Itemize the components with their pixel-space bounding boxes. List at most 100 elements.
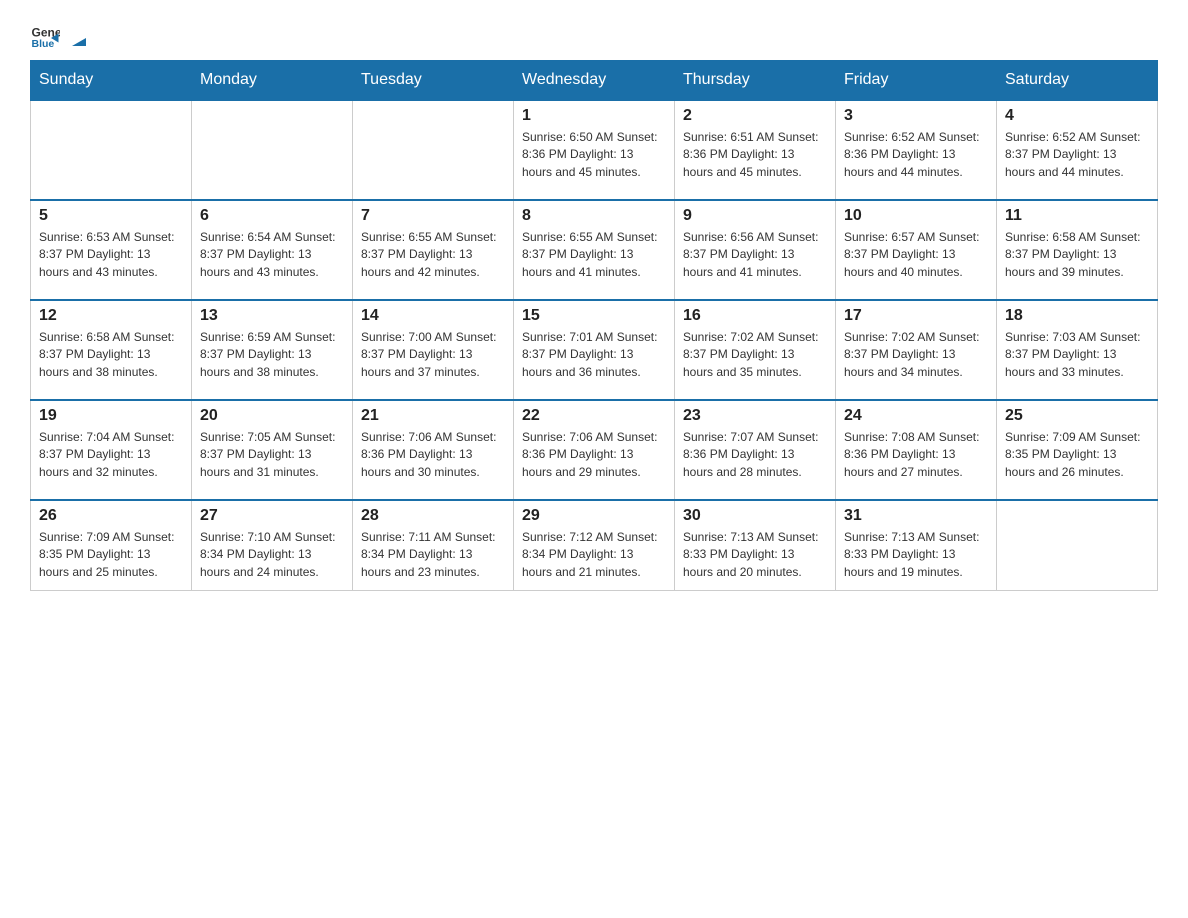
day-number: 10 xyxy=(844,207,988,225)
calendar-cell: 28Sunrise: 7:11 AM Sunset: 8:34 PM Dayli… xyxy=(353,500,514,590)
day-info: Sunrise: 6:59 AM Sunset: 8:37 PM Dayligh… xyxy=(200,329,344,381)
logo: General Blue xyxy=(30,20,92,50)
day-number: 21 xyxy=(361,407,505,425)
day-number: 4 xyxy=(1005,107,1149,125)
calendar-cell: 25Sunrise: 7:09 AM Sunset: 8:35 PM Dayli… xyxy=(997,400,1158,500)
day-info: Sunrise: 6:58 AM Sunset: 8:37 PM Dayligh… xyxy=(1005,229,1149,281)
calendar-cell: 31 Sunrise: 7:13 AM Sunset: 8:33 PM Dayli… xyxy=(836,500,997,590)
day-number: 18 xyxy=(1005,307,1149,325)
calendar-cell: 20Sunrise: 7:05 AM Sunset: 8:37 PM Dayli… xyxy=(192,400,353,500)
day-number: 28 xyxy=(361,507,505,525)
day-number: 30 xyxy=(683,507,827,525)
calendar-cell: 6Sunrise: 6:54 AM Sunset: 8:37 PM Daylig… xyxy=(192,200,353,300)
calendar-cell: 21 Sunrise: 7:06 AM Sunset: 8:36 PM Dayli… xyxy=(353,400,514,500)
calendar-cell xyxy=(192,100,353,200)
day-info: Sunrise: 7:02 AM Sunset: 8:37 PM Dayligh… xyxy=(683,329,827,381)
svg-text:Blue: Blue xyxy=(32,38,55,50)
day-info: Sunrise: 6:52 AM Sunset: 8:36 PM Dayligh… xyxy=(844,129,988,181)
calendar-cell: 13 Sunrise: 6:59 AM Sunset: 8:37 PM Dayli… xyxy=(192,300,353,400)
day-info: Sunrise: 6:53 AM Sunset: 8:37 PM Dayligh… xyxy=(39,229,183,281)
day-header-saturday: Saturday xyxy=(997,61,1158,101)
calendar-cell: 24Sunrise: 7:08 AM Sunset: 8:36 PM Dayli… xyxy=(836,400,997,500)
calendar-cell: 11 Sunrise: 6:58 AM Sunset: 8:37 PM Dayli… xyxy=(997,200,1158,300)
calendar-cell: 7 Sunrise: 6:55 AM Sunset: 8:37 PM Daylig… xyxy=(353,200,514,300)
calendar-week-1: 1 Sunrise: 6:50 AM Sunset: 8:36 PM Daylig… xyxy=(31,100,1158,200)
day-number: 31 xyxy=(844,507,988,525)
day-number: 23 xyxy=(683,407,827,425)
day-info: Sunrise: 7:13 AM Sunset: 8:33 PM Dayligh… xyxy=(844,529,988,581)
calendar-cell xyxy=(997,500,1158,590)
day-number: 13 xyxy=(200,307,344,325)
calendar-table: SundayMondayTuesdayWednesdayThursdayFrid… xyxy=(30,60,1158,591)
calendar-header: SundayMondayTuesdayWednesdayThursdayFrid… xyxy=(31,61,1158,101)
day-info: Sunrise: 6:57 AM Sunset: 8:37 PM Dayligh… xyxy=(844,229,988,281)
calendar-cell: 3 Sunrise: 6:52 AM Sunset: 8:36 PM Daylig… xyxy=(836,100,997,200)
logo-triangle-icon xyxy=(68,28,90,50)
day-number: 15 xyxy=(522,307,666,325)
day-info: Sunrise: 7:06 AM Sunset: 8:36 PM Dayligh… xyxy=(361,429,505,481)
day-info: Sunrise: 6:55 AM Sunset: 8:37 PM Dayligh… xyxy=(361,229,505,281)
day-number: 5 xyxy=(39,207,183,225)
day-header-wednesday: Wednesday xyxy=(514,61,675,101)
day-number: 27 xyxy=(200,507,344,525)
day-header-friday: Friday xyxy=(836,61,997,101)
day-number: 12 xyxy=(39,307,183,325)
day-number: 11 xyxy=(1005,207,1149,225)
day-info: Sunrise: 7:09 AM Sunset: 8:35 PM Dayligh… xyxy=(1005,429,1149,481)
day-info: Sunrise: 6:55 AM Sunset: 8:37 PM Dayligh… xyxy=(522,229,666,281)
day-info: Sunrise: 7:13 AM Sunset: 8:33 PM Dayligh… xyxy=(683,529,827,581)
day-number: 3 xyxy=(844,107,988,125)
calendar-cell: 29Sunrise: 7:12 AM Sunset: 8:34 PM Dayli… xyxy=(514,500,675,590)
calendar-cell: 4Sunrise: 6:52 AM Sunset: 8:37 PM Daylig… xyxy=(997,100,1158,200)
day-info: Sunrise: 6:54 AM Sunset: 8:37 PM Dayligh… xyxy=(200,229,344,281)
day-info: Sunrise: 7:01 AM Sunset: 8:37 PM Dayligh… xyxy=(522,329,666,381)
day-number: 20 xyxy=(200,407,344,425)
day-number: 14 xyxy=(361,307,505,325)
day-number: 9 xyxy=(683,207,827,225)
calendar-cell: 22 Sunrise: 7:06 AM Sunset: 8:36 PM Dayli… xyxy=(514,400,675,500)
day-number: 1 xyxy=(522,107,666,125)
calendar-week-2: 5 Sunrise: 6:53 AM Sunset: 8:37 PM Daylig… xyxy=(31,200,1158,300)
calendar-cell: 27 Sunrise: 7:10 AM Sunset: 8:34 PM Dayli… xyxy=(192,500,353,590)
day-info: Sunrise: 6:58 AM Sunset: 8:37 PM Dayligh… xyxy=(39,329,183,381)
calendar-cell: 15 Sunrise: 7:01 AM Sunset: 8:37 PM Dayli… xyxy=(514,300,675,400)
calendar-cell: 5 Sunrise: 6:53 AM Sunset: 8:37 PM Daylig… xyxy=(31,200,192,300)
day-number: 22 xyxy=(522,407,666,425)
day-info: Sunrise: 6:56 AM Sunset: 8:37 PM Dayligh… xyxy=(683,229,827,281)
calendar-cell: 1 Sunrise: 6:50 AM Sunset: 8:36 PM Daylig… xyxy=(514,100,675,200)
calendar-cell: 16Sunrise: 7:02 AM Sunset: 8:37 PM Dayli… xyxy=(675,300,836,400)
logo-icon: General Blue xyxy=(30,20,60,50)
day-headers-row: SundayMondayTuesdayWednesdayThursdayFrid… xyxy=(31,61,1158,101)
calendar-cell: 19 Sunrise: 7:04 AM Sunset: 8:37 PM Dayli… xyxy=(31,400,192,500)
day-number: 24 xyxy=(844,407,988,425)
calendar-cell xyxy=(353,100,514,200)
day-info: Sunrise: 7:10 AM Sunset: 8:34 PM Dayligh… xyxy=(200,529,344,581)
calendar-cell: 17Sunrise: 7:02 AM Sunset: 8:37 PM Dayli… xyxy=(836,300,997,400)
day-info: Sunrise: 6:50 AM Sunset: 8:36 PM Dayligh… xyxy=(522,129,666,181)
day-number: 2 xyxy=(683,107,827,125)
calendar-cell: 12 Sunrise: 6:58 AM Sunset: 8:37 PM Dayli… xyxy=(31,300,192,400)
day-number: 17 xyxy=(844,307,988,325)
calendar-cell: 14Sunrise: 7:00 AM Sunset: 8:37 PM Dayli… xyxy=(353,300,514,400)
day-number: 19 xyxy=(39,407,183,425)
calendar-cell: 10 Sunrise: 6:57 AM Sunset: 8:37 PM Dayli… xyxy=(836,200,997,300)
calendar-week-4: 19 Sunrise: 7:04 AM Sunset: 8:37 PM Dayli… xyxy=(31,400,1158,500)
day-number: 29 xyxy=(522,507,666,525)
day-header-thursday: Thursday xyxy=(675,61,836,101)
calendar-week-5: 26 Sunrise: 7:09 AM Sunset: 8:35 PM Dayli… xyxy=(31,500,1158,590)
calendar-cell: 2 Sunrise: 6:51 AM Sunset: 8:36 PM Daylig… xyxy=(675,100,836,200)
calendar-week-3: 12 Sunrise: 6:58 AM Sunset: 8:37 PM Dayli… xyxy=(31,300,1158,400)
day-header-monday: Monday xyxy=(192,61,353,101)
day-number: 7 xyxy=(361,207,505,225)
calendar-cell: 26 Sunrise: 7:09 AM Sunset: 8:35 PM Dayli… xyxy=(31,500,192,590)
calendar-cell: 9 Sunrise: 6:56 AM Sunset: 8:37 PM Daylig… xyxy=(675,200,836,300)
day-info: Sunrise: 7:09 AM Sunset: 8:35 PM Dayligh… xyxy=(39,529,183,581)
day-number: 26 xyxy=(39,507,183,525)
calendar-cell: 23Sunrise: 7:07 AM Sunset: 8:36 PM Dayli… xyxy=(675,400,836,500)
day-info: Sunrise: 6:51 AM Sunset: 8:36 PM Dayligh… xyxy=(683,129,827,181)
day-info: Sunrise: 7:06 AM Sunset: 8:36 PM Dayligh… xyxy=(522,429,666,481)
calendar-cell: 30 Sunrise: 7:13 AM Sunset: 8:33 PM Dayli… xyxy=(675,500,836,590)
day-info: Sunrise: 7:03 AM Sunset: 8:37 PM Dayligh… xyxy=(1005,329,1149,381)
day-info: Sunrise: 7:04 AM Sunset: 8:37 PM Dayligh… xyxy=(39,429,183,481)
day-header-tuesday: Tuesday xyxy=(353,61,514,101)
